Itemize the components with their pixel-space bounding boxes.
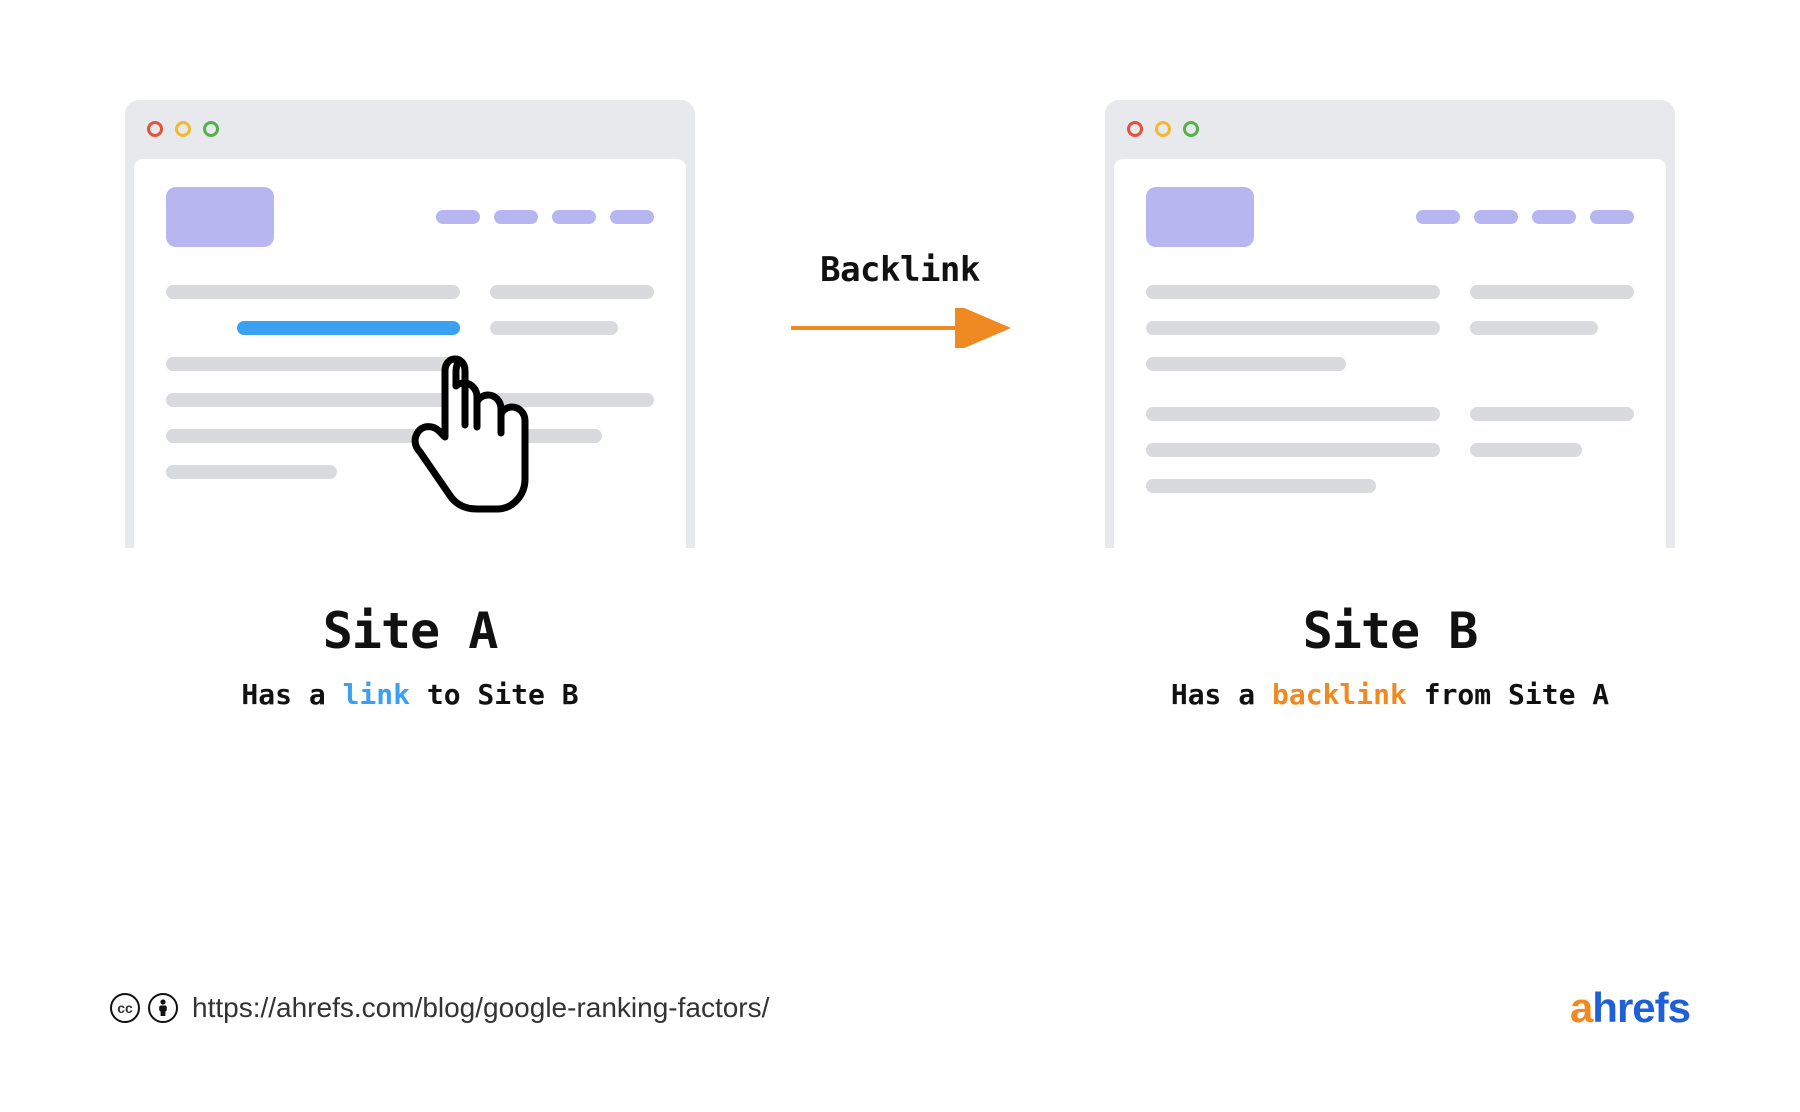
sub-prefix: Has a [241,678,342,711]
minimize-dot-icon [1155,121,1171,137]
sub-suffix: to Site B [410,678,579,711]
page-viewport-b [1113,158,1667,548]
nav-item [552,210,596,224]
window-controls [1105,100,1675,158]
nav-item [1532,210,1576,224]
cc-badges: cc [110,993,178,1023]
cc-license-icon: cc [110,993,140,1023]
maximize-dot-icon [1183,121,1199,137]
maximize-dot-icon [203,121,219,137]
diagram-stage: Site A Has a link to Site B Backlink [110,100,1690,711]
arrow-section: Backlink [775,250,1025,348]
nav-item [1474,210,1518,224]
site-b-subtitle: Has a backlink from Site A [1171,678,1609,711]
content-col-side [1470,285,1634,515]
page-header [166,187,654,247]
cc-by-icon [148,993,178,1023]
site-b-column: Site B Has a backlink from Site A [1090,100,1690,711]
footer: cc https://ahrefs.com/blog/google-rankin… [110,984,1690,1032]
text-line [1146,285,1440,299]
text-line [166,285,460,299]
nav-item [1416,210,1460,224]
browser-mock-b [1105,100,1675,548]
nav-item [610,210,654,224]
content-col-main [1146,285,1440,515]
text-line [490,321,618,335]
text-line [166,393,460,407]
sub-highlight: backlink [1272,678,1407,711]
site-b-title: Site B [1303,602,1478,660]
browser-mock-a [125,100,695,548]
arrow-label: Backlink [820,250,980,290]
text-line [166,429,460,443]
text-line [1146,443,1440,457]
sub-highlight: link [343,678,410,711]
site-a-title: Site A [323,602,498,660]
footer-attribution: cc https://ahrefs.com/blog/google-rankin… [110,992,769,1024]
logo-placeholder [1146,187,1254,247]
diagram-row: Site A Has a link to Site B Backlink [110,100,1690,711]
page-content [166,285,654,501]
nav-item [494,210,538,224]
text-line [490,393,654,407]
text-line [1470,443,1581,457]
page-header [1146,187,1634,247]
nav-item [436,210,480,224]
sub-suffix: from Site A [1407,678,1609,711]
text-line [1146,479,1376,493]
nav-item [1590,210,1634,224]
brand-rest: hrefs [1592,984,1690,1031]
page-viewport-a [133,158,687,548]
text-line [1470,285,1634,299]
close-dot-icon [147,121,163,137]
nav-placeholder [1416,210,1634,224]
site-a-subtitle: Has a link to Site B [241,678,578,711]
sub-prefix: Has a [1171,678,1272,711]
brand-first-letter: a [1570,984,1592,1031]
text-line [1146,407,1440,421]
brand-logo: ahrefs [1570,984,1690,1032]
text-line [1470,321,1598,335]
logo-placeholder [166,187,274,247]
content-col-main [166,285,460,501]
window-controls [125,100,695,158]
text-line [1470,407,1634,421]
text-line [1146,357,1346,371]
source-url: https://ahrefs.com/blog/google-ranking-f… [192,992,769,1024]
hyperlink-line [237,321,461,335]
content-col-side [490,285,654,501]
text-line [490,429,601,443]
arrow-icon [785,308,1015,348]
nav-placeholder [436,210,654,224]
close-dot-icon [1127,121,1143,137]
text-line [166,465,337,479]
minimize-dot-icon [175,121,191,137]
text-line [166,357,460,371]
site-a-column: Site A Has a link to Site B [110,100,710,711]
text-line [1146,321,1440,335]
text-line [490,285,654,299]
page-content [1146,285,1634,515]
